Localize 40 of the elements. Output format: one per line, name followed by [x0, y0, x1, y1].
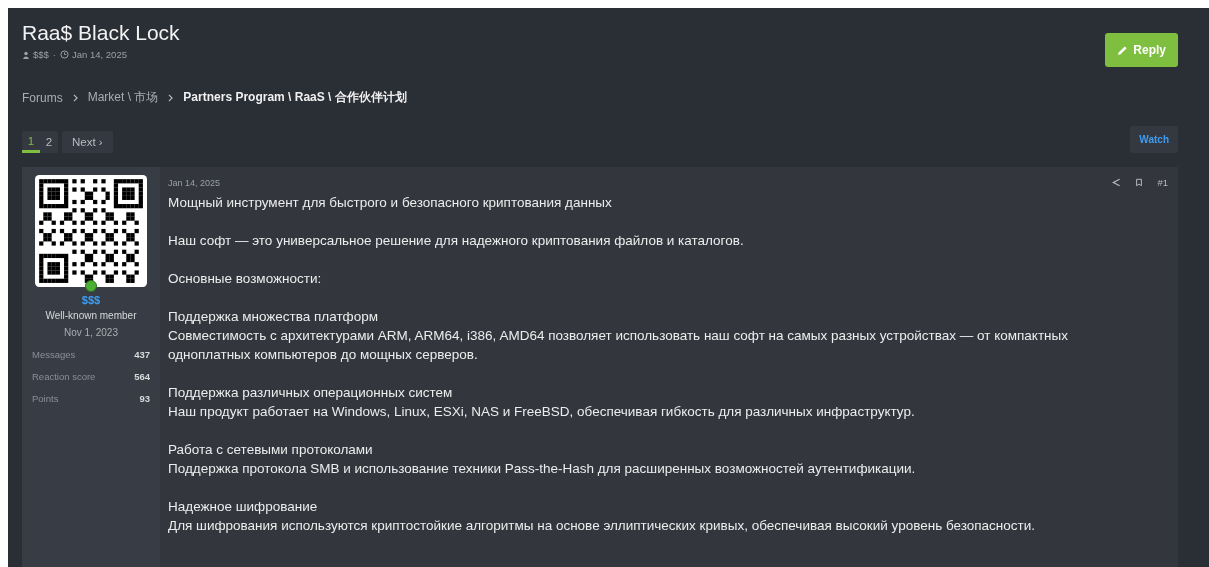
- post-text: Поддержка различных операционных систем: [168, 384, 454, 402]
- join-date: Nov 1, 2023: [64, 327, 118, 338]
- breadcrumb-link[interactable]: Market \ 市场: [87, 89, 159, 106]
- pencil-icon: [1117, 44, 1129, 56]
- stat-label: Points: [32, 392, 59, 406]
- post-text: Поддержка множества платформ: [168, 308, 379, 326]
- breadcrumb-link[interactable]: Partners Program \ RaaS \ 合作伙伴计划: [183, 89, 407, 106]
- meta-separator: ·: [52, 49, 57, 60]
- stat-label: Messages: [32, 348, 76, 362]
- stat-value: 93: [139, 392, 150, 406]
- post-text: Работа с сетевыми протоколами: [168, 441, 374, 459]
- thread-title: Raa$ Black Lock: [22, 20, 180, 46]
- post-text: Совместимость с архитектурами ARM, ARM64, i386, AMD64 позволяет использовать наш софт на самых разных устройствах — от компактных одноплатных компьютеров до мощных серверов.: [168, 327, 1069, 364]
- username-link[interactable]: $$$: [81, 294, 101, 306]
- user-title: Well-known member: [45, 310, 137, 321]
- clock-icon: [60, 50, 70, 59]
- post-text: Наш продукт работает на Windows, Linux, ESXi, NAS и FreeBSD, обеспечивая гибкость для различных инфраструктур.: [168, 403, 916, 421]
- bookmark-icon[interactable]: [1135, 178, 1144, 187]
- post-text: Для шифрования используются криптостойкие алгоритмы на основе эллиптических кривых, обеспечивая высокий уровень безопасности.: [168, 517, 1036, 535]
- stat-value: 564: [134, 370, 150, 384]
- post-text: Надежное шифрование: [168, 498, 319, 516]
- chevron-icon: [72, 93, 78, 102]
- post-text: Основные возможности:: [168, 270, 323, 288]
- post-text: Наш софт — это универсальное решение для надежного криптования файлов и каталогов.: [168, 232, 745, 250]
- watch-button[interactable]: Watch: [1130, 126, 1178, 153]
- chevron-icon: [168, 93, 174, 102]
- user-icon: [22, 50, 30, 59]
- stat-value: 437: [134, 348, 150, 362]
- breadcrumb-link[interactable]: Forums: [22, 90, 63, 105]
- thread-author[interactable]: $$$: [33, 49, 49, 60]
- post-date[interactable]: Jan 14, 2025: [168, 177, 221, 188]
- post-text: Мощный инструмент для быстрого и безопасного криптования данных: [168, 194, 613, 212]
- thread-date: Jan 14, 2025: [72, 49, 127, 60]
- page-link[interactable]: 2: [40, 131, 58, 153]
- next-page-button[interactable]: Next ›: [62, 131, 113, 153]
- post-number[interactable]: #1: [1157, 177, 1168, 188]
- page-link[interactable]: 1: [22, 131, 40, 153]
- stat-label: Reaction score: [32, 370, 96, 384]
- share-icon[interactable]: [1112, 178, 1122, 187]
- post-text: Поддержка протокола SMB и использование техники Pass-the-Hash для расширенных возможностей аутентификации.: [168, 460, 917, 478]
